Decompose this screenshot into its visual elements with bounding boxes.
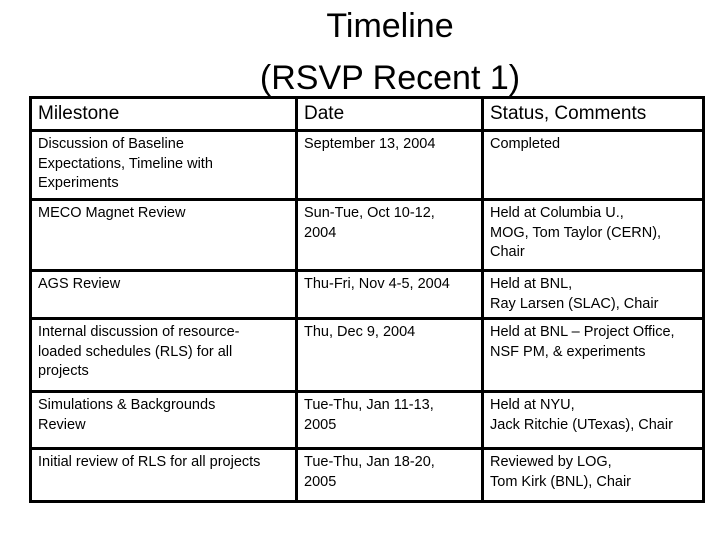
header-milestone: Milestone xyxy=(29,96,298,132)
milestone-cell: AGS Review xyxy=(29,269,298,320)
table-header-row: Milestone Date Status, Comments xyxy=(29,96,705,132)
date-cell: Sun-Tue, Oct 10-12, 2004 xyxy=(295,198,484,272)
milestone-cell: Internal discussion of resource- loaded … xyxy=(29,317,298,393)
table-row: MECO Magnet Review Sun-Tue, Oct 10-12, 2… xyxy=(29,198,705,272)
status-cell: Held at NYU, Jack Ritchie (UTexas), Chai… xyxy=(481,390,705,450)
milestone-cell: Simulations & Backgrounds Review xyxy=(29,390,298,450)
table-row: Simulations & Backgrounds Review Tue-Thu… xyxy=(29,390,705,450)
title-line-1: Timeline xyxy=(326,7,454,45)
date-cell: Thu, Dec 9, 2004 xyxy=(295,317,484,393)
milestone-cell: Discussion of Baseline Expectations, Tim… xyxy=(29,129,298,201)
status-cell: Held at Columbia U., MOG, Tom Taylor (CE… xyxy=(481,198,705,272)
date-cell: September 13, 2004 xyxy=(295,129,484,201)
status-cell: Completed xyxy=(481,129,705,201)
date-cell: Tue-Thu, Jan 11-13, 2005 xyxy=(295,390,484,450)
timeline-table: Milestone Date Status, Comments Discussi… xyxy=(29,96,705,503)
milestone-cell: MECO Magnet Review xyxy=(29,198,298,272)
table-row: Discussion of Baseline Expectations, Tim… xyxy=(29,129,705,201)
table-row: AGS Review Thu-Fri, Nov 4-5, 2004 Held a… xyxy=(29,269,705,320)
status-cell: Reviewed by LOG, Tom Kirk (BNL), Chair xyxy=(481,447,705,503)
date-cell: Thu-Fri, Nov 4-5, 2004 xyxy=(295,269,484,320)
status-cell: Held at BNL, Ray Larsen (SLAC), Chair xyxy=(481,269,705,320)
header-status-comments: Status, Comments xyxy=(481,96,705,132)
date-cell: Tue-Thu, Jan 18-20, 2005 xyxy=(295,447,484,503)
status-cell: Held at BNL – Project Office, NSF PM, & … xyxy=(481,317,705,393)
table-row: Internal discussion of resource- loaded … xyxy=(29,317,705,393)
milestone-cell: Initial review of RLS for all projects xyxy=(29,447,298,503)
table-row: Initial review of RLS for all projects T… xyxy=(29,447,705,503)
slide-title: Timeline (RSVP Recent 1) xyxy=(0,0,720,104)
header-date: Date xyxy=(295,96,484,132)
